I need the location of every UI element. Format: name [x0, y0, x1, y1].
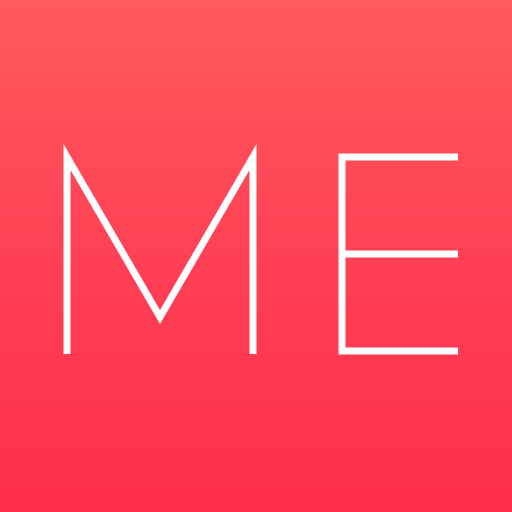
- me-logo-mark: [0, 0, 512, 512]
- me-logo-svg: [63, 144, 458, 355]
- logo-letter-m: [63, 144, 257, 354]
- app-icon: [0, 0, 512, 512]
- logo-letter-e: [338, 153, 458, 355]
